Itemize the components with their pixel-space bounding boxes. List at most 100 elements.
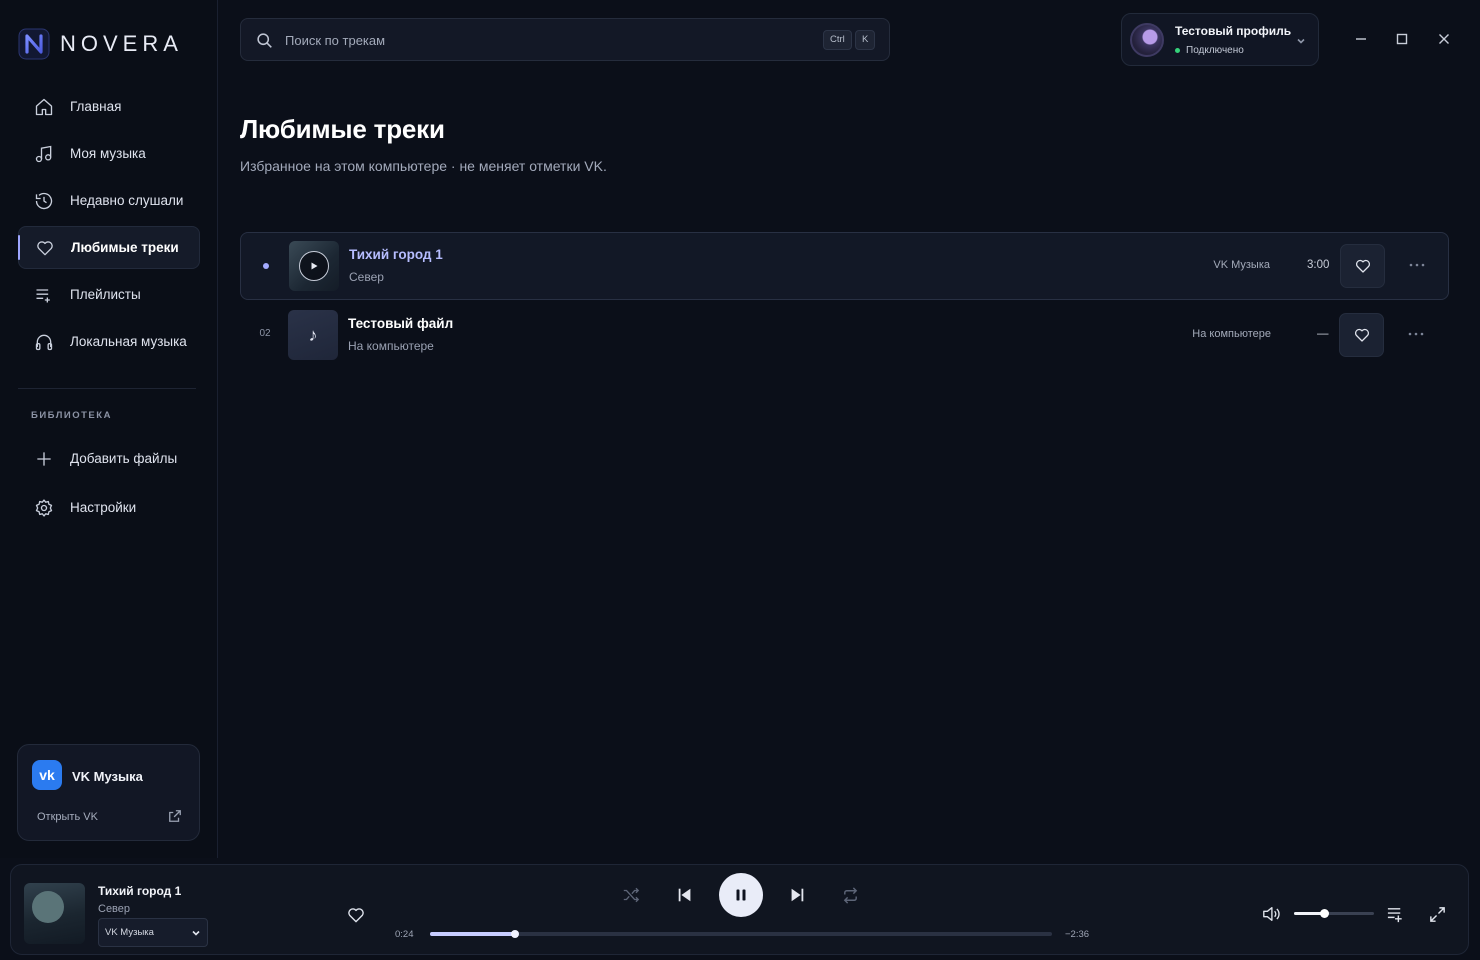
- music-note-icon: ♪: [308, 324, 318, 345]
- queue-icon[interactable]: [1386, 905, 1405, 924]
- progress-fill: [430, 932, 516, 936]
- nav-item-favorites[interactable]: Любимые треки: [18, 226, 200, 269]
- avatar: [1130, 23, 1164, 57]
- music-note-icon: [35, 145, 52, 162]
- track-number: 02: [259, 328, 271, 339]
- shortcut-key-k: K: [855, 30, 876, 50]
- source-select-value: VK Музыка: [105, 927, 154, 938]
- open-vk-link[interactable]: Открыть VK: [37, 811, 98, 823]
- progress-bar[interactable]: [430, 930, 1052, 938]
- track-artist[interactable]: На компьютере: [348, 339, 434, 353]
- player-cover[interactable]: [24, 883, 85, 944]
- remaining-time: −2:36: [1065, 929, 1090, 940]
- search-input[interactable]: [285, 29, 765, 51]
- shortcut-key-ctrl: Ctrl: [823, 30, 852, 50]
- play-icon: [311, 262, 318, 270]
- nav-item-label: Любимые треки: [71, 240, 179, 255]
- nav-divider: [18, 388, 196, 389]
- nav-item-home[interactable]: Главная: [18, 85, 200, 128]
- track-artist[interactable]: Север: [349, 270, 384, 284]
- nav-item-recent[interactable]: Недавно слушали: [18, 179, 200, 222]
- nav-item-label: Настройки: [70, 500, 137, 515]
- status-dot-icon: [1175, 48, 1180, 53]
- track-duration: 3:00: [1307, 259, 1330, 271]
- minimize-icon[interactable]: [1353, 31, 1369, 47]
- like-button[interactable]: [1339, 313, 1384, 357]
- nav-item-label: Локальная музыка: [70, 334, 187, 349]
- play-button[interactable]: [299, 251, 329, 281]
- page-subtitle: Избранное на этом компьютере · не меняет…: [240, 158, 607, 174]
- profile-name: Тестовый профиль: [1175, 24, 1292, 38]
- novera-logo-icon: [18, 28, 50, 60]
- player-bar: Тихий город 1 Север VK Музыка 0:24 −2:36: [10, 864, 1469, 955]
- volume-handle[interactable]: [1319, 909, 1329, 918]
- nav-item-label: Добавить файлы: [70, 451, 178, 466]
- app-logo[interactable]: NOVERA: [18, 28, 183, 60]
- track-title: Тихий город 1: [349, 247, 443, 262]
- track-row[interactable]: Тихий город 1 Север VK Музыка 3:00: [240, 232, 1449, 300]
- like-button[interactable]: [1340, 244, 1385, 288]
- vk-logo-icon: vk: [32, 760, 62, 790]
- repeat-icon[interactable]: [841, 886, 860, 905]
- track-row[interactable]: 02 ♪ Тестовый файл На компьютере На комп…: [240, 302, 1449, 370]
- chevron-down-icon: [192, 930, 200, 936]
- external-link-icon[interactable]: [168, 809, 182, 823]
- track-title: Тестовый файл: [348, 316, 454, 331]
- vk-card-title: VK Музыка: [72, 769, 143, 784]
- vk-music-card: vk VK Музыка Открыть VK: [17, 744, 200, 841]
- main-nav: Главная Моя музыка Недавно слушали Любим…: [18, 85, 200, 367]
- heart-icon: [1355, 259, 1370, 273]
- elapsed-time: 0:24: [395, 929, 414, 940]
- more-options-icon[interactable]: [1407, 255, 1427, 275]
- playlist-icon: [36, 288, 50, 302]
- profile-menu[interactable]: Тестовый профиль Подключено: [1121, 13, 1319, 66]
- nav-item-label: Моя музыка: [70, 146, 146, 161]
- library-nav: Добавить файлы Настройки: [18, 436, 200, 534]
- track-duration: —: [1317, 328, 1329, 340]
- nav-item-my-music[interactable]: Моя музыка: [18, 132, 200, 175]
- progress-handle[interactable]: [511, 930, 520, 938]
- heart-icon: [37, 240, 53, 255]
- player-track-artist[interactable]: Север: [98, 903, 130, 915]
- track-source: На компьютере: [1192, 328, 1271, 340]
- volume-slider[interactable]: [1294, 909, 1374, 918]
- home-icon: [35, 98, 53, 115]
- nav-item-playlists[interactable]: Плейлисты: [18, 273, 200, 316]
- source-select[interactable]: VK Музыка: [98, 918, 208, 947]
- expand-icon[interactable]: [1428, 905, 1447, 924]
- track-cover: [289, 241, 339, 291]
- heart-icon: [1354, 328, 1369, 342]
- close-icon[interactable]: [1436, 31, 1452, 47]
- search-bar: Ctrl K: [240, 18, 890, 61]
- page-title: Любимые треки: [240, 114, 445, 144]
- now-playing-indicator: [263, 263, 269, 269]
- next-track-icon[interactable]: [788, 886, 806, 904]
- settings-gear-icon: [35, 498, 53, 517]
- connection-status: Подключено: [1175, 45, 1244, 56]
- connection-status-label: Подключено: [1186, 45, 1244, 56]
- history-icon: [35, 192, 53, 209]
- nav-item-settings[interactable]: Настройки: [18, 485, 200, 530]
- nav-item-label: Главная: [70, 99, 122, 114]
- player-track-title: Тихий город 1: [98, 884, 182, 898]
- search-icon: [257, 33, 272, 48]
- maximize-icon[interactable]: [1394, 31, 1410, 47]
- volume-icon[interactable]: [1261, 905, 1281, 923]
- chevron-down-icon: [1297, 38, 1305, 44]
- library-section-title: БИБЛИОТЕКА: [31, 410, 112, 421]
- nav-item-add-files[interactable]: Добавить файлы: [18, 436, 200, 481]
- nav-item-label: Недавно слушали: [70, 193, 184, 208]
- pause-icon: [736, 889, 746, 901]
- previous-track-icon[interactable]: [676, 886, 694, 904]
- more-options-icon[interactable]: [1406, 324, 1426, 344]
- track-cover: ♪: [288, 310, 338, 360]
- player-like-icon[interactable]: [346, 905, 366, 925]
- nav-item-label: Плейлисты: [70, 287, 141, 302]
- shuffle-icon[interactable]: [622, 886, 640, 904]
- headphones-icon: [35, 334, 53, 350]
- pause-button[interactable]: [719, 873, 763, 917]
- plus-icon: [37, 451, 51, 466]
- track-source: VK Музыка: [1213, 259, 1270, 271]
- brand-name: NOVERA: [60, 31, 183, 56]
- nav-item-local-music[interactable]: Локальная музыка: [18, 320, 200, 363]
